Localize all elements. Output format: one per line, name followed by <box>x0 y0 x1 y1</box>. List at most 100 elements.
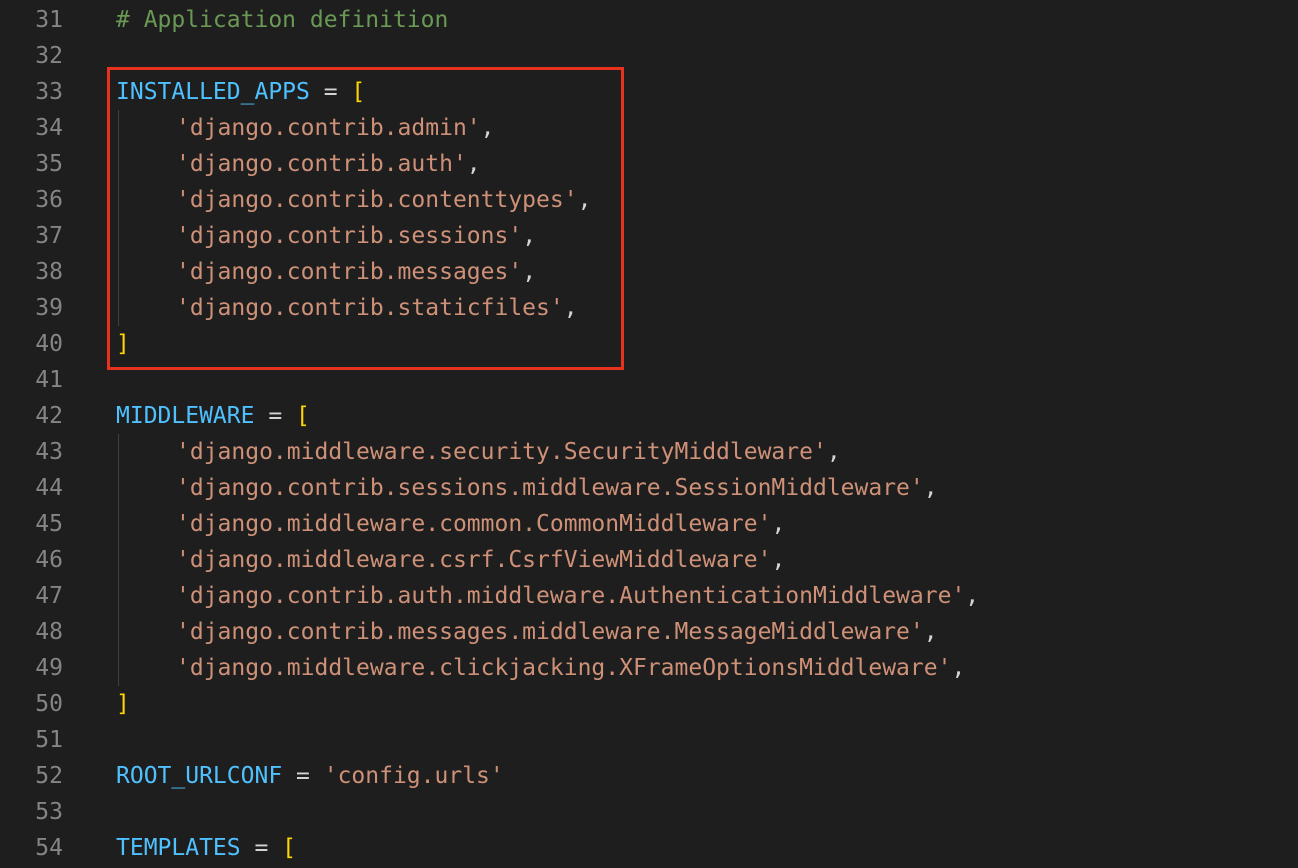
code-line[interactable]: 37 'django.contrib.sessions', <box>0 218 1298 254</box>
code-content[interactable]: 'django.contrib.auth.middleware.Authenti… <box>116 578 979 614</box>
open-bracket: [ <box>296 403 310 429</box>
string-literal: 'django.middleware.security.SecurityMidd… <box>176 439 827 465</box>
operator: = <box>282 763 324 789</box>
comma: , <box>951 655 966 681</box>
string-literal: 'django.contrib.messages' <box>176 259 523 285</box>
comma: , <box>923 619 938 645</box>
code-content[interactable]: TEMPLATES = [ <box>116 830 296 866</box>
code-content[interactable]: 'django.middleware.security.SecurityMidd… <box>116 434 841 470</box>
code-content[interactable]: 'django.middleware.common.CommonMiddlewa… <box>116 506 785 542</box>
comment-text: # Application definition <box>116 7 449 33</box>
string-literal: 'django.contrib.messages.middleware.Mess… <box>176 619 924 645</box>
line-number: 46 <box>35 547 63 573</box>
code-line[interactable]: 50] <box>0 686 1298 722</box>
string-literal: 'django.contrib.auth' <box>176 151 467 177</box>
code-content[interactable]: 'django.contrib.sessions.middleware.Sess… <box>116 470 938 506</box>
line-number: 51 <box>35 727 63 753</box>
comma: , <box>522 223 537 249</box>
line-number: 37 <box>35 223 63 249</box>
comma: , <box>923 475 938 501</box>
code-line[interactable]: 32 <box>0 38 1298 74</box>
comma: , <box>577 187 592 213</box>
code-line[interactable]: 51 <box>0 722 1298 758</box>
line-number: 34 <box>35 115 63 141</box>
string-literal: 'django.contrib.sessions.middleware.Sess… <box>176 475 924 501</box>
line-number: 47 <box>35 583 63 609</box>
code-content[interactable]: 'django.contrib.messages', <box>116 254 536 290</box>
operator: = <box>309 79 352 105</box>
comma: , <box>522 259 537 285</box>
open-bracket: [ <box>282 835 297 861</box>
code-content[interactable]: # Application definition <box>116 2 448 38</box>
operator: = <box>240 835 283 861</box>
line-number: 31 <box>35 7 63 33</box>
code-line[interactable]: 36 'django.contrib.contenttypes', <box>0 182 1298 218</box>
code-line[interactable]: 48 'django.contrib.messages.middleware.Me… <box>0 614 1298 650</box>
code-line[interactable]: 33 INSTALLED_APPS = [ <box>0 74 1298 110</box>
code-content[interactable]: ] <box>116 326 130 362</box>
string-literal: 'django.contrib.auth.middleware.Authenti… <box>176 583 966 609</box>
code-line[interactable]: 45 'django.middleware.common.CommonMiddle… <box>0 506 1298 542</box>
code-line[interactable]: 54 TEMPLATES = [ <box>0 830 1298 866</box>
line-number: 54 <box>35 835 63 861</box>
code-content[interactable]: ROOT_URLCONF = 'config.urls' <box>116 758 504 794</box>
code-content[interactable]: INSTALLED_APPS = [ <box>116 74 365 110</box>
code-line[interactable]: 42 MIDDLEWARE = [ <box>0 398 1298 434</box>
line-number: 36 <box>35 187 63 213</box>
code-line[interactable]: 41 <box>0 362 1298 398</box>
line-number: 44 <box>35 475 63 501</box>
code-line[interactable]: 40] <box>0 326 1298 362</box>
code-line[interactable]: 39 'django.contrib.staticfiles', <box>0 290 1298 326</box>
code-line[interactable]: 34 'django.contrib.admin', <box>0 110 1298 146</box>
code-editor[interactable]: 31 # Application definition 32 33 INSTALLED_… <box>0 0 1298 868</box>
code-content[interactable]: 'django.contrib.messages.middleware.Mess… <box>116 614 938 650</box>
code-line[interactable]: 53 <box>0 794 1298 830</box>
string-literal: 'django.contrib.staticfiles' <box>176 295 564 321</box>
close-bracket: ] <box>116 331 130 357</box>
operator: = <box>254 403 297 429</box>
string-literal: 'django.contrib.sessions' <box>176 223 523 249</box>
comma: , <box>466 151 481 177</box>
comma: , <box>826 439 841 465</box>
string-literal: 'django.middleware.csrf.CsrfViewMiddlewa… <box>176 547 772 573</box>
line-number: 35 <box>35 151 63 177</box>
code-line[interactable]: 31 # Application definition <box>0 2 1298 38</box>
code-content[interactable]: 'django.middleware.csrf.CsrfViewMiddlewa… <box>116 542 785 578</box>
line-number: 43 <box>35 439 63 465</box>
code-content[interactable]: 'django.contrib.admin', <box>116 110 495 146</box>
string-literal: 'django.middleware.common.CommonMiddlewa… <box>176 511 772 537</box>
code-line[interactable]: 43 'django.middleware.security.SecurityMi… <box>0 434 1298 470</box>
line-number: 42 <box>35 403 63 429</box>
line-number: 40 <box>35 331 63 357</box>
line-number: 48 <box>35 619 63 645</box>
string-literal: 'django.middleware.clickjacking.XFrameOp… <box>176 655 952 681</box>
code-content[interactable]: 'django.contrib.sessions', <box>116 218 536 254</box>
code-content[interactable]: 'django.contrib.auth', <box>116 146 481 182</box>
code-content[interactable]: 'django.contrib.contenttypes', <box>116 182 591 218</box>
code-content[interactable]: 'django.contrib.staticfiles', <box>116 290 578 326</box>
string-literal: 'config.urls' <box>323 763 504 789</box>
line-number: 49 <box>35 655 63 681</box>
variable-name: MIDDLEWARE <box>116 403 255 429</box>
line-number: 39 <box>35 295 63 321</box>
comma: , <box>771 547 786 573</box>
code-line[interactable]: 35 'django.contrib.auth', <box>0 146 1298 182</box>
variable-name: INSTALLED_APPS <box>116 79 310 105</box>
comma: , <box>771 511 786 537</box>
line-number: 52 <box>35 763 63 789</box>
line-number: 50 <box>35 691 63 717</box>
code-content[interactable]: 'django.middleware.clickjacking.XFrameOp… <box>116 650 965 686</box>
code-content[interactable]: ] <box>116 686 130 722</box>
comma: , <box>480 115 495 141</box>
code-line[interactable]: 47 'django.contrib.auth.middleware.Authen… <box>0 578 1298 614</box>
code-line[interactable]: 46 'django.middleware.csrf.CsrfViewMiddle… <box>0 542 1298 578</box>
code-line[interactable]: 49 'django.middleware.clickjacking.XFrame… <box>0 650 1298 686</box>
code-line[interactable]: 44 'django.contrib.sessions.middleware.Se… <box>0 470 1298 506</box>
line-number: 41 <box>35 367 63 393</box>
variable-name: ROOT_URLCONF <box>116 763 283 789</box>
code-line[interactable]: 38 'django.contrib.messages', <box>0 254 1298 290</box>
code-line[interactable]: 52 ROOT_URLCONF = 'config.urls' <box>0 758 1298 794</box>
code-content[interactable]: MIDDLEWARE = [ <box>116 398 310 434</box>
variable-name: TEMPLATES <box>116 835 241 861</box>
line-number: 45 <box>35 511 63 537</box>
